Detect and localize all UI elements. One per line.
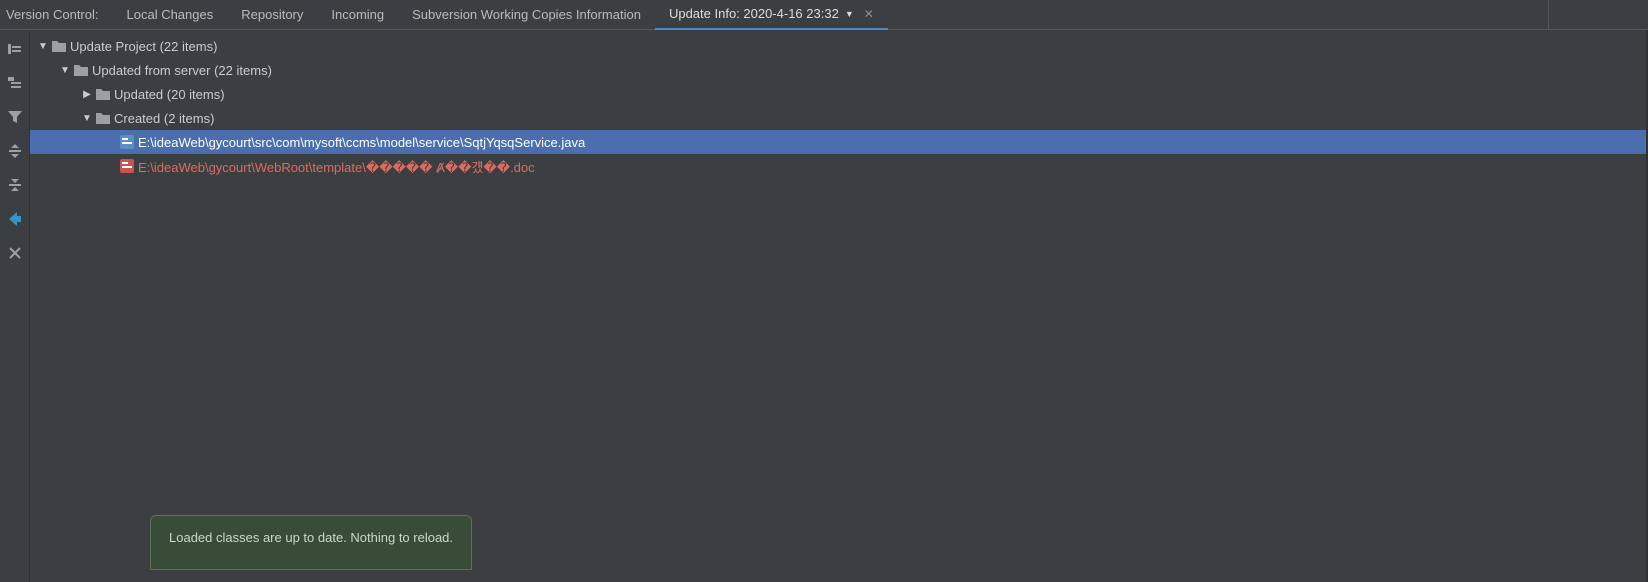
tree-file-broken-doc[interactable]: E:\ideaWeb\gycourt\WebRoot\template\����… xyxy=(30,154,1646,178)
tree-node-label: Created (2 items) xyxy=(114,111,214,126)
expand-tree-icon[interactable] xyxy=(4,38,26,60)
tree-node-updated-from-server[interactable]: ▼ Updated from server (22 items) xyxy=(30,58,1646,82)
chevron-down-icon[interactable]: ▼ xyxy=(36,41,50,52)
tab-local-changes[interactable]: Local Changes xyxy=(113,0,228,30)
tree-file-path: E:\ideaWeb\gycourt\WebRoot\template\����… xyxy=(138,157,535,176)
auto-scroll-icon[interactable] xyxy=(4,208,26,230)
tab-label: Update Info: 2020-4-16 23:32 xyxy=(669,6,839,21)
tool-sidebar xyxy=(0,30,30,582)
tree-file-path: E:\ideaWeb\gycourt\src\com\mysoft\ccms\m… xyxy=(138,135,585,150)
expand-all-icon[interactable] xyxy=(4,140,26,162)
tab-label: Local Changes xyxy=(127,7,214,22)
tab-update-info[interactable]: Update Info: 2020-4-16 23:32 ▼ ✕ xyxy=(655,0,888,30)
group-by-icon[interactable] xyxy=(4,72,26,94)
tabstrip: Version Control: Local Changes Repositor… xyxy=(0,0,1648,30)
vc-label: Version Control: xyxy=(0,7,113,22)
tab-label: Incoming xyxy=(331,7,384,22)
tab-label: Subversion Working Copies Information xyxy=(412,7,641,22)
java-file-icon xyxy=(118,135,136,149)
tab-repository[interactable]: Repository xyxy=(227,0,317,30)
hotswap-notification: Loaded classes are up to date. Nothing t… xyxy=(150,515,472,570)
folder-icon xyxy=(94,112,112,124)
tree-node-label: Update Project (22 items) xyxy=(70,39,217,54)
collapse-all-icon[interactable] xyxy=(4,174,26,196)
folder-icon xyxy=(50,40,68,52)
chevron-down-icon[interactable]: ▼ xyxy=(80,113,94,124)
tab-incoming[interactable]: Incoming xyxy=(317,0,398,30)
tree-node-update-project[interactable]: ▼ Update Project (22 items) xyxy=(30,34,1646,58)
doc-file-icon xyxy=(118,159,136,173)
chevron-right-icon[interactable]: ▶ xyxy=(80,89,94,100)
dropdown-icon[interactable]: ▼ xyxy=(845,9,854,19)
update-tree: ▼ Update Project (22 items) ▼ Updated fr… xyxy=(30,30,1646,582)
folder-icon xyxy=(72,64,90,76)
tab-svn-info[interactable]: Subversion Working Copies Information xyxy=(398,0,655,30)
tree-node-label: Updated from server (22 items) xyxy=(92,63,272,78)
chevron-down-icon[interactable]: ▼ xyxy=(58,65,72,76)
tab-label: Repository xyxy=(241,7,303,22)
tree-node-updated[interactable]: ▶ Updated (20 items) xyxy=(30,82,1646,106)
tree-node-created[interactable]: ▼ Created (2 items) xyxy=(30,106,1646,130)
tree-file-sqtjyqsqservice[interactable]: E:\ideaWeb\gycourt\src\com\mysoft\ccms\m… xyxy=(30,130,1646,154)
update-info-panel: ▼ Update Project (22 items) ▼ Updated fr… xyxy=(0,30,1648,582)
notification-text: Loaded classes are up to date. Nothing t… xyxy=(169,530,453,545)
folder-icon xyxy=(94,88,112,100)
tabstrip-corner xyxy=(1548,0,1648,30)
close-panel-icon[interactable] xyxy=(4,242,26,264)
close-icon[interactable]: ✕ xyxy=(864,8,874,20)
tree-node-label: Updated (20 items) xyxy=(114,87,225,102)
filter-icon[interactable] xyxy=(4,106,26,128)
